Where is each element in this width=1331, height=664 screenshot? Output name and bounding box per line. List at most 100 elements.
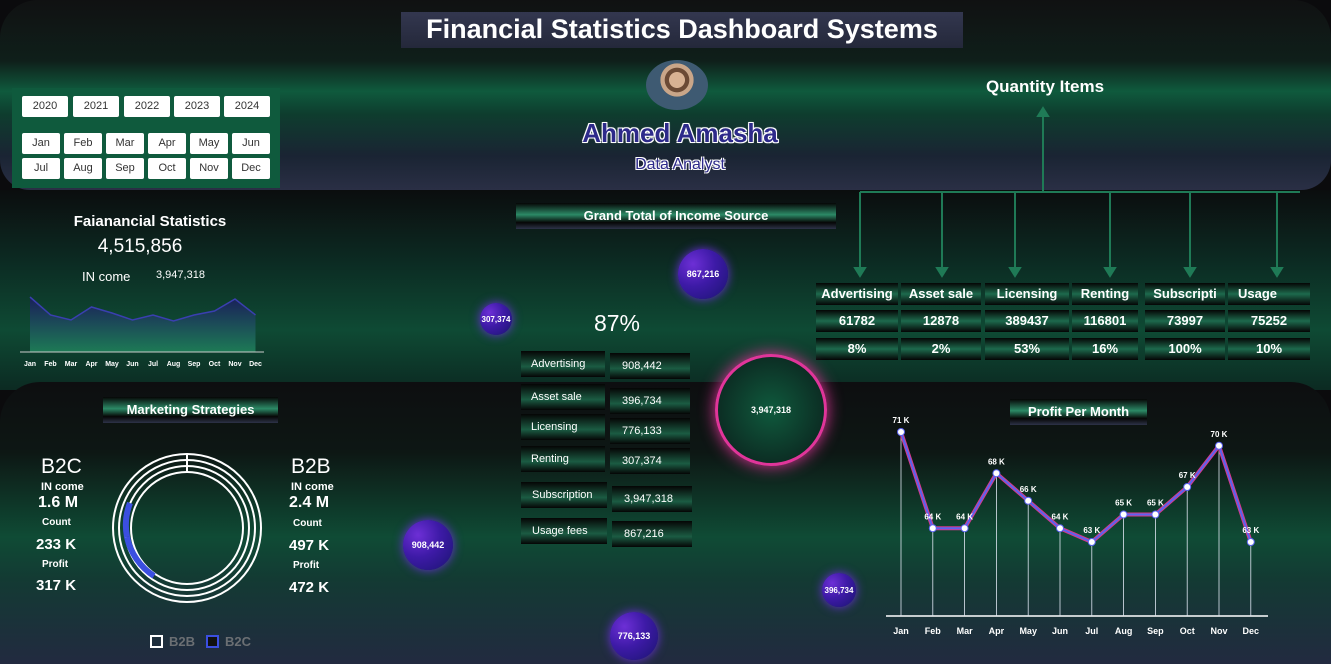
month-chip[interactable]: Nov xyxy=(190,158,228,179)
income-source-value: 307,374 xyxy=(610,448,690,474)
month-chip[interactable]: Aug xyxy=(64,158,102,179)
data-point xyxy=(928,524,937,533)
quantity-value: 75252 xyxy=(1228,310,1310,332)
legend-b2c-swatch xyxy=(206,635,219,648)
quantity-value: 389437 xyxy=(985,310,1069,332)
legend-b2b-label: B2B xyxy=(169,634,196,649)
marketing-ring-chart xyxy=(112,453,262,603)
x-tick-label: Mar xyxy=(957,626,974,636)
sparkline-month-label: May xyxy=(105,361,119,368)
data-point xyxy=(1151,510,1160,519)
income-value: 3,947,318 xyxy=(156,269,205,281)
x-tick-label: Aug xyxy=(1115,626,1133,636)
income-source-value: 396,734 xyxy=(610,388,690,414)
series-line-glow xyxy=(899,431,1253,544)
month-chip[interactable]: Jun xyxy=(232,133,270,154)
b2b-profit: 472 K xyxy=(289,579,330,596)
quantity-label: Usage xyxy=(1228,283,1310,305)
month-chip[interactable]: Feb xyxy=(64,133,102,154)
data-point xyxy=(1183,483,1192,491)
year-chip[interactable]: 2021 xyxy=(73,96,119,117)
data-point xyxy=(1024,496,1033,505)
quantity-percent: 10% xyxy=(1228,338,1310,360)
b2b-count-label: Count xyxy=(293,518,322,529)
quantity-label: Asset sale xyxy=(901,283,981,305)
data-label: 64 K xyxy=(956,512,973,521)
income-source-value: 776,133 xyxy=(610,418,690,444)
income-bubble: 396,734 xyxy=(822,573,856,607)
month-chip[interactable]: Oct xyxy=(148,158,186,179)
income-source-label: Usage fees xyxy=(521,518,607,544)
quantity-value: 73997 xyxy=(1145,310,1225,332)
quantity-percent: 53% xyxy=(985,338,1069,360)
b2b-heading: B2B xyxy=(291,455,331,478)
income-bubble-large: 3,947,318 xyxy=(715,354,827,466)
quantity-percent: 2% xyxy=(901,338,981,360)
data-point xyxy=(960,524,969,533)
data-label: 65 K xyxy=(1147,499,1164,508)
month-chip[interactable]: Jan xyxy=(22,133,60,154)
income-bubble: 867,216 xyxy=(678,249,728,299)
page-title: Financial Statistics Dashboard Systems xyxy=(426,14,938,44)
series-line xyxy=(900,431,1252,543)
year-chip[interactable]: 2020 xyxy=(22,96,68,117)
data-point xyxy=(897,428,905,436)
month-chip[interactable]: May xyxy=(190,133,228,154)
quantity-tree-connectors xyxy=(853,106,1300,278)
month-chip[interactable]: Jul xyxy=(22,158,60,179)
month-chip[interactable]: Dec xyxy=(232,158,270,179)
sparkline-month-label: Jan xyxy=(24,361,36,368)
quantity-value: 61782 xyxy=(816,310,898,332)
profile-role: Data Analyst xyxy=(635,156,725,173)
data-point xyxy=(1246,538,1255,546)
legend-b2b: B2B xyxy=(150,634,195,649)
year-chip[interactable]: 2024 xyxy=(224,96,270,117)
sparkline-area xyxy=(30,297,256,352)
b2c-income: 1.6 M xyxy=(38,494,79,511)
quantity-percent: 16% xyxy=(1072,338,1138,360)
data-point xyxy=(1215,441,1223,450)
x-tick-label: Jun xyxy=(1052,626,1068,636)
data-point xyxy=(1056,524,1064,533)
month-chip[interactable]: Sep xyxy=(106,158,144,179)
year-chip[interactable]: 2022 xyxy=(124,96,170,117)
income-source-label: Asset sale xyxy=(521,384,605,410)
legend-b2c-label: B2C xyxy=(225,634,252,649)
quantity-value: 116801 xyxy=(1072,310,1138,332)
b2c-income-label: IN come xyxy=(41,481,84,493)
sparkline-month-label: Jul xyxy=(148,361,158,368)
financial-total: 4,515,856 xyxy=(97,236,183,257)
data-point xyxy=(1087,538,1096,546)
income-source-value: 908,442 xyxy=(610,353,690,379)
quantity-percent: 8% xyxy=(816,338,898,360)
sparkline-month-label: Apr xyxy=(85,361,97,368)
sparkline-month-label: Sep xyxy=(188,361,201,368)
date-slicer: 2020 2021 2022 2023 2024 Jan Feb Mar Apr… xyxy=(12,88,280,188)
income-source-label: Subscription xyxy=(521,482,607,508)
income-bubble: 776,133 xyxy=(610,612,658,660)
quantity-percent: 100% xyxy=(1145,338,1225,360)
month-chip[interactable]: Mar xyxy=(106,133,144,154)
x-tick-label: Nov xyxy=(1210,626,1227,636)
data-label: 67 K xyxy=(1179,471,1196,480)
sparkline-month-label: Dec xyxy=(249,361,262,368)
profit-line-chart: 71 K Jan 64 K Feb 64 K Mar 68 K Apr 66 K May 64 K J… xyxy=(886,416,1268,636)
month-chip[interactable]: Apr xyxy=(148,133,186,154)
x-tick-label: Oct xyxy=(1180,626,1195,636)
b2c-heading: B2C xyxy=(41,455,82,478)
x-tick-label: Jan xyxy=(893,626,909,636)
ring-outer-inner xyxy=(118,459,256,597)
b2c-count: 233 K xyxy=(36,536,77,553)
year-chip[interactable]: 2023 xyxy=(174,96,220,117)
sparkline-month-label: Feb xyxy=(44,361,56,368)
legend-b2c: B2C xyxy=(206,634,251,649)
quantity-title: Quantity Items xyxy=(985,77,1105,96)
data-label: 63 K xyxy=(1242,526,1259,535)
sparkline-month-label: Jun xyxy=(126,361,138,368)
income-label: IN come xyxy=(82,269,131,284)
income-bubble: 908,442 xyxy=(403,520,453,570)
x-tick-label: Sep xyxy=(1147,626,1164,636)
legend-b2b-swatch xyxy=(150,635,163,648)
x-tick-label: Dec xyxy=(1243,626,1260,636)
b2c-profit: 317 K xyxy=(36,577,77,594)
